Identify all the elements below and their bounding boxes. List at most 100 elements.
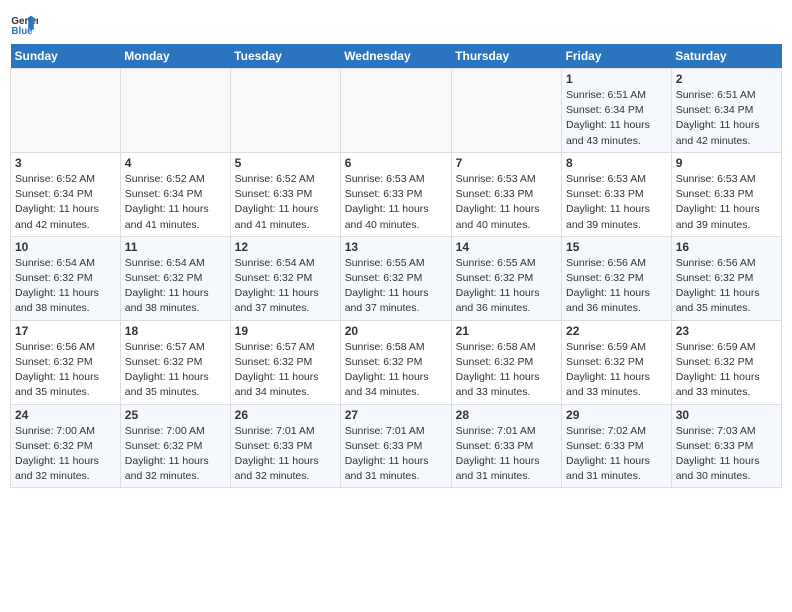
day-cell: 16 Sunrise: 6:56 AM Sunset: 6:32 PM Dayli… (671, 236, 781, 320)
day-number: 29 (566, 408, 667, 422)
day-number: 14 (456, 240, 557, 254)
day-cell: 4 Sunrise: 6:52 AM Sunset: 6:34 PM Daylig… (120, 152, 230, 236)
day-cell: 9Sunrise: 6:53 AM Sunset: 6:33 PM Daylig… (671, 152, 781, 236)
day-number: 18 (125, 324, 226, 338)
day-cell (340, 69, 451, 153)
day-detail: Sunrise: 6:53 AM Sunset: 6:33 PM Dayligh… (345, 172, 447, 233)
week-row-4: 17 Sunrise: 6:56 AM Sunset: 6:32 PM Dayli… (11, 320, 782, 404)
logo-icon: General Blue (10, 10, 38, 38)
day-number: 23 (676, 324, 777, 338)
day-cell (11, 69, 121, 153)
day-detail: Sunrise: 6:55 AM Sunset: 6:32 PM Dayligh… (456, 256, 557, 317)
day-cell: 20Sunrise: 6:58 AM Sunset: 6:32 PM Dayli… (340, 320, 451, 404)
day-number: 25 (125, 408, 226, 422)
logo: General Blue (10, 10, 40, 38)
day-number: 28 (456, 408, 557, 422)
day-cell: 7 Sunrise: 6:53 AM Sunset: 6:33 PM Daylig… (451, 152, 561, 236)
day-detail: Sunrise: 6:59 AM Sunset: 6:32 PM Dayligh… (566, 340, 667, 401)
day-detail: Sunrise: 6:57 AM Sunset: 6:32 PM Dayligh… (235, 340, 336, 401)
day-cell (230, 69, 340, 153)
day-number: 15 (566, 240, 667, 254)
day-cell: 26 Sunrise: 7:01 AM Sunset: 6:33 PM Dayli… (230, 404, 340, 488)
day-cell: 10 Sunrise: 6:54 AM Sunset: 6:32 PM Dayli… (11, 236, 121, 320)
day-number: 22 (566, 324, 667, 338)
day-detail: Sunrise: 6:54 AM Sunset: 6:32 PM Dayligh… (125, 256, 226, 317)
day-cell: 25 Sunrise: 7:00 AM Sunset: 6:32 PM Dayli… (120, 404, 230, 488)
day-header-saturday: Saturday (671, 44, 781, 69)
day-detail: Sunrise: 6:59 AM Sunset: 6:32 PM Dayligh… (676, 340, 777, 401)
day-number: 1 (566, 72, 667, 86)
day-cell: 27 Sunrise: 7:01 AM Sunset: 6:33 PM Dayli… (340, 404, 451, 488)
day-cell: 24 Sunrise: 7:00 AM Sunset: 6:32 PM Dayli… (11, 404, 121, 488)
day-cell: 22 Sunrise: 6:59 AM Sunset: 6:32 PM Dayli… (562, 320, 672, 404)
day-detail: Sunrise: 6:54 AM Sunset: 6:32 PM Dayligh… (15, 256, 116, 317)
day-detail: Sunrise: 6:53 AM Sunset: 6:33 PM Dayligh… (456, 172, 557, 233)
day-detail: Sunrise: 7:00 AM Sunset: 6:32 PM Dayligh… (125, 424, 226, 485)
day-cell: 19 Sunrise: 6:57 AM Sunset: 6:32 PM Dayli… (230, 320, 340, 404)
day-cell: 11 Sunrise: 6:54 AM Sunset: 6:32 PM Dayli… (120, 236, 230, 320)
day-cell: 15 Sunrise: 6:56 AM Sunset: 6:32 PM Dayli… (562, 236, 672, 320)
day-number: 24 (15, 408, 116, 422)
day-cell: 5 Sunrise: 6:52 AM Sunset: 6:33 PM Daylig… (230, 152, 340, 236)
day-header-monday: Monday (120, 44, 230, 69)
day-number: 21 (456, 324, 557, 338)
day-detail: Sunrise: 7:00 AM Sunset: 6:32 PM Dayligh… (15, 424, 116, 485)
day-cell: 30 Sunrise: 7:03 AM Sunset: 6:33 PM Dayli… (671, 404, 781, 488)
week-row-2: 3 Sunrise: 6:52 AM Sunset: 6:34 PM Daylig… (11, 152, 782, 236)
day-number: 30 (676, 408, 777, 422)
day-number: 19 (235, 324, 336, 338)
day-detail: Sunrise: 6:55 AM Sunset: 6:32 PM Dayligh… (345, 256, 447, 317)
day-number: 5 (235, 156, 336, 170)
day-detail: Sunrise: 6:58 AM Sunset: 6:32 PM Dayligh… (456, 340, 557, 401)
day-detail: Sunrise: 6:54 AM Sunset: 6:32 PM Dayligh… (235, 256, 336, 317)
day-cell: 3 Sunrise: 6:52 AM Sunset: 6:34 PM Daylig… (11, 152, 121, 236)
day-detail: Sunrise: 6:51 AM Sunset: 6:34 PM Dayligh… (566, 88, 667, 149)
day-header-tuesday: Tuesday (230, 44, 340, 69)
day-number: 26 (235, 408, 336, 422)
day-header-friday: Friday (562, 44, 672, 69)
day-number: 27 (345, 408, 447, 422)
day-number: 11 (125, 240, 226, 254)
day-cell: 29 Sunrise: 7:02 AM Sunset: 6:33 PM Dayli… (562, 404, 672, 488)
day-number: 17 (15, 324, 116, 338)
week-row-1: 1 Sunrise: 6:51 AM Sunset: 6:34 PM Daylig… (11, 69, 782, 153)
calendar-table: SundayMondayTuesdayWednesdayThursdayFrid… (10, 44, 782, 488)
day-number: 3 (15, 156, 116, 170)
header-row: SundayMondayTuesdayWednesdayThursdayFrid… (11, 44, 782, 69)
day-number: 2 (676, 72, 777, 86)
day-detail: Sunrise: 6:51 AM Sunset: 6:34 PM Dayligh… (676, 88, 777, 149)
day-cell: 21 Sunrise: 6:58 AM Sunset: 6:32 PM Dayli… (451, 320, 561, 404)
day-number: 4 (125, 156, 226, 170)
day-number: 7 (456, 156, 557, 170)
day-number: 20 (345, 324, 447, 338)
day-detail: Sunrise: 6:53 AM Sunset: 6:33 PM Dayligh… (566, 172, 667, 233)
day-header-sunday: Sunday (11, 44, 121, 69)
day-number: 12 (235, 240, 336, 254)
day-detail: Sunrise: 6:53 AM Sunset: 6:33 PM Dayligh… (676, 172, 777, 233)
day-detail: Sunrise: 6:56 AM Sunset: 6:32 PM Dayligh… (15, 340, 116, 401)
day-cell: 14 Sunrise: 6:55 AM Sunset: 6:32 PM Dayli… (451, 236, 561, 320)
week-row-3: 10 Sunrise: 6:54 AM Sunset: 6:32 PM Dayli… (11, 236, 782, 320)
day-detail: Sunrise: 7:03 AM Sunset: 6:33 PM Dayligh… (676, 424, 777, 485)
page-header: General Blue (10, 10, 782, 38)
day-number: 8 (566, 156, 667, 170)
day-cell: 23 Sunrise: 6:59 AM Sunset: 6:32 PM Dayli… (671, 320, 781, 404)
day-cell: 18 Sunrise: 6:57 AM Sunset: 6:32 PM Dayli… (120, 320, 230, 404)
day-detail: Sunrise: 6:52 AM Sunset: 6:34 PM Dayligh… (125, 172, 226, 233)
day-cell: 6Sunrise: 6:53 AM Sunset: 6:33 PM Daylig… (340, 152, 451, 236)
day-number: 10 (15, 240, 116, 254)
day-number: 16 (676, 240, 777, 254)
day-detail: Sunrise: 6:52 AM Sunset: 6:33 PM Dayligh… (235, 172, 336, 233)
day-cell: 12 Sunrise: 6:54 AM Sunset: 6:32 PM Dayli… (230, 236, 340, 320)
day-detail: Sunrise: 6:56 AM Sunset: 6:32 PM Dayligh… (566, 256, 667, 317)
day-detail: Sunrise: 7:01 AM Sunset: 6:33 PM Dayligh… (345, 424, 447, 485)
day-detail: Sunrise: 7:01 AM Sunset: 6:33 PM Dayligh… (235, 424, 336, 485)
day-detail: Sunrise: 6:52 AM Sunset: 6:34 PM Dayligh… (15, 172, 116, 233)
day-cell (120, 69, 230, 153)
day-cell: 1 Sunrise: 6:51 AM Sunset: 6:34 PM Daylig… (562, 69, 672, 153)
day-cell: 28Sunrise: 7:01 AM Sunset: 6:33 PM Dayli… (451, 404, 561, 488)
day-detail: Sunrise: 6:57 AM Sunset: 6:32 PM Dayligh… (125, 340, 226, 401)
day-header-thursday: Thursday (451, 44, 561, 69)
day-detail: Sunrise: 6:56 AM Sunset: 6:32 PM Dayligh… (676, 256, 777, 317)
day-detail: Sunrise: 7:02 AM Sunset: 6:33 PM Dayligh… (566, 424, 667, 485)
